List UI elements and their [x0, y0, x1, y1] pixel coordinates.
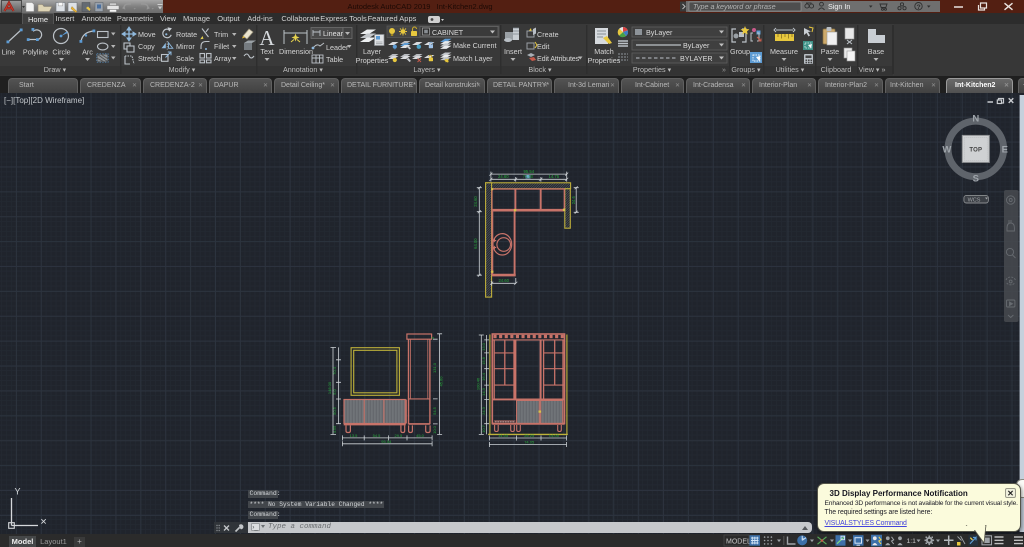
svg-text:10.0: 10.0 — [432, 425, 437, 434]
svg-text:24.3: 24.3 — [481, 406, 486, 415]
svg-text:16.4: 16.4 — [481, 372, 486, 381]
svg-text:Y: Y — [15, 487, 21, 497]
svg-text:5: 5 — [430, 336, 435, 339]
svg-text:25.25: 25.25 — [524, 433, 535, 438]
svg-text:✕: ✕ — [40, 517, 47, 527]
svg-text:E: E — [1002, 144, 1008, 155]
svg-text:15.8: 15.8 — [481, 356, 486, 365]
svg-text:13.0: 13.0 — [481, 342, 486, 351]
svg-text:14.05: 14.05 — [549, 433, 560, 438]
svg-text:54.5: 54.5 — [432, 406, 437, 415]
svg-text:131.0: 131.0 — [432, 362, 437, 373]
svg-text:71.50: 71.50 — [523, 174, 534, 179]
svg-text:45.60: 45.60 — [439, 376, 444, 387]
svg-text:24.60: 24.60 — [498, 174, 509, 179]
svg-text:N: N — [972, 114, 979, 125]
svg-text:74.05: 74.05 — [524, 440, 535, 445]
svg-text:10.7: 10.7 — [481, 424, 486, 433]
svg-text:5.0: 5.0 — [332, 388, 337, 394]
svg-text:29.5: 29.5 — [395, 433, 404, 438]
svg-text:14.3: 14.3 — [481, 387, 486, 396]
svg-text:13.5: 13.5 — [350, 433, 359, 438]
svg-text:TOP: TOP — [969, 148, 982, 154]
svg-text:100.46: 100.46 — [476, 377, 481, 390]
svg-text:24.60: 24.60 — [473, 196, 478, 207]
svg-text:70.4: 70.4 — [332, 366, 337, 375]
svg-text:1:1: 1:1 — [907, 538, 917, 545]
svg-text:64.00: 64.00 — [473, 238, 478, 249]
svg-text:S: S — [973, 174, 979, 185]
svg-text:MODEL: MODEL — [726, 539, 751, 546]
svg-text:54.5: 54.5 — [373, 433, 382, 438]
svg-text:45.0: 45.0 — [416, 433, 425, 438]
svg-text:50.5: 50.5 — [332, 406, 337, 415]
svg-text:95.54: 95.54 — [381, 439, 392, 444]
svg-text:4.55: 4.55 — [332, 425, 337, 434]
svg-text:WCS: WCS — [968, 197, 981, 203]
svg-text:14.75: 14.75 — [549, 174, 560, 179]
svg-text:24.6: 24.6 — [571, 195, 576, 204]
svg-text:148.00: 148.00 — [327, 381, 332, 394]
svg-text:W: W — [942, 144, 951, 155]
svg-text:24.60: 24.60 — [498, 278, 509, 283]
svg-text:14.05: 14.05 — [498, 433, 509, 438]
